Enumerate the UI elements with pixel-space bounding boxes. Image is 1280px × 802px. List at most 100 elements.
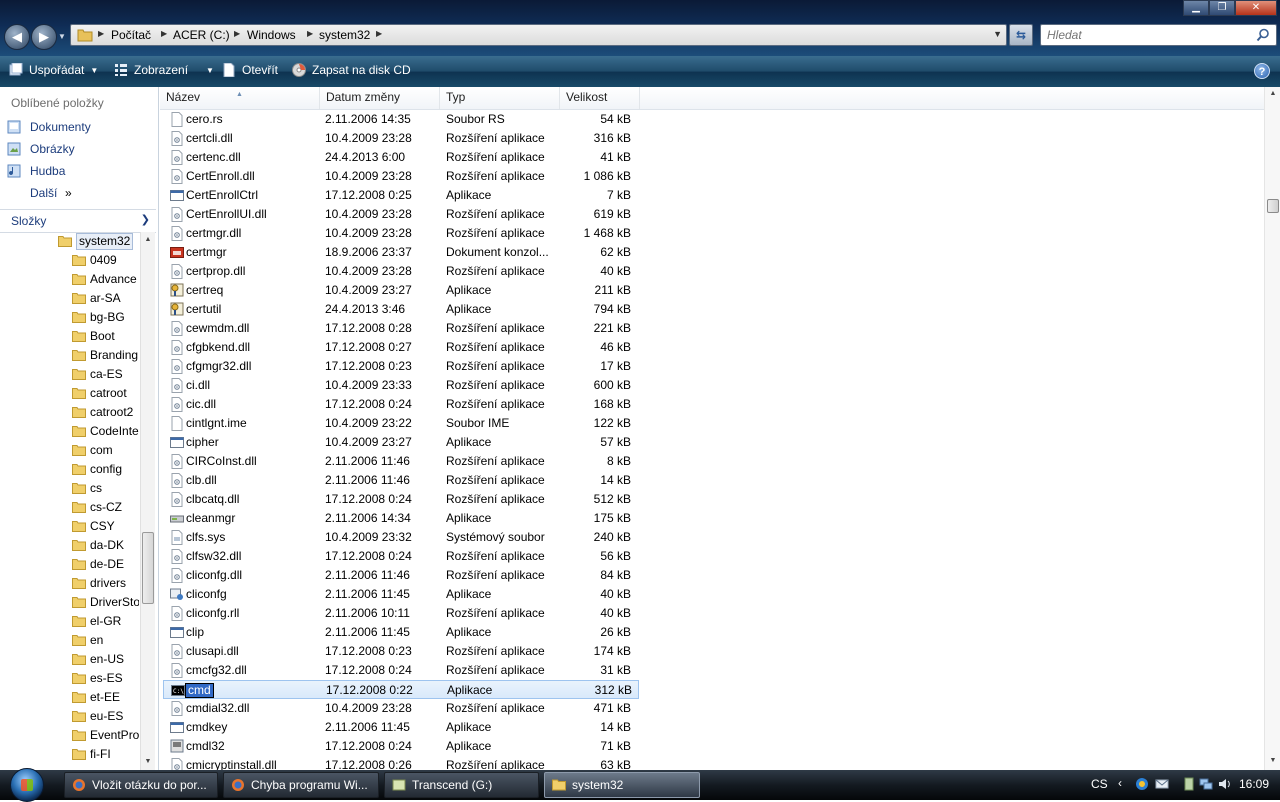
organize-button[interactable]: Uspořádat ▼ <box>9 56 98 87</box>
column-type[interactable]: Typ <box>440 87 560 109</box>
breadcrumb-separator-icon[interactable]: ▶ <box>98 29 104 38</box>
tree-item-label: 0409 <box>90 253 117 267</box>
table-row[interactable]: cleanmgr 2.11.2006 14:34 Aplikace 175 kB <box>163 509 639 528</box>
table-row[interactable]: clbcatq.dll 17.12.2008 0:24 Rozšíření apli… <box>163 490 639 509</box>
browser-tray-icon[interactable] <box>1135 777 1149 791</box>
breadcrumb-separator-icon[interactable]: ▶ <box>161 29 167 38</box>
table-row[interactable]: CertEnrollCtrl 17.12.2008 0:25 Aplikace 7 k… <box>163 186 639 205</box>
scroll-down-icon[interactable]: ▼ <box>1266 757 1280 764</box>
table-row[interactable]: CIRCoInst.dll 2.11.2006 11:46 Rozšíření ap… <box>163 452 639 471</box>
tray-expand-icon[interactable]: ‹ <box>1118 776 1122 790</box>
breadcrumb-separator-icon[interactable]: ▶ <box>307 29 313 38</box>
table-row[interactable]: certenc.dll 24.4.2013 6:00 Rozšíření aplik… <box>163 148 639 167</box>
refresh-button[interactable]: ⇆ <box>1009 24 1033 46</box>
scroll-up-icon[interactable]: ▲ <box>141 236 155 243</box>
search-box[interactable] <box>1040 24 1277 46</box>
table-row[interactable]: certprop.dll 10.4.2009 23:28 Rozšíření apl… <box>163 262 639 281</box>
table-row[interactable]: cic.dll 17.12.2008 0:24 Rozšíření aplikace… <box>163 395 639 414</box>
views-button[interactable]: Zobrazení ▼ <box>114 56 214 87</box>
more-label: Další <box>30 186 58 200</box>
table-row[interactable]: certmgr.dll 10.4.2009 23:28 Rozšíření apli… <box>163 224 639 243</box>
tree-item-label: fi-FI <box>90 747 111 761</box>
folder-tree-scrollbar[interactable]: ▲ ▼ <box>140 232 155 770</box>
table-row[interactable]: cewmdm.dll 17.12.2008 0:28 Rozšíření aplik… <box>163 319 639 338</box>
clock[interactable]: 16:09 <box>1239 777 1269 791</box>
table-row[interactable]: cero.rs 2.11.2006 14:35 Soubor RS 54 kB <box>163 110 639 129</box>
maximize-button[interactable]: ❐ <box>1209 0 1235 16</box>
start-button[interactable] <box>10 768 44 802</box>
table-row[interactable]: clip 2.11.2006 11:45 Aplikace 26 kB <box>163 623 639 642</box>
file-size: 71 kB <box>600 739 631 753</box>
scroll-down-icon[interactable]: ▼ <box>141 758 155 765</box>
search-input[interactable] <box>1043 27 1251 43</box>
table-row[interactable]: cmdkey 2.11.2006 11:45 Aplikace 14 kB <box>163 718 639 737</box>
table-row[interactable]: clfs.sys 10.4.2009 23:32 Systémový soubor 2… <box>163 528 639 547</box>
breadcrumb-windows[interactable]: Windows <box>247 28 296 42</box>
forward-button[interactable]: ▶ <box>31 24 57 50</box>
table-row[interactable]: clusapi.dll 17.12.2008 0:23 Rozšíření apli… <box>163 642 639 661</box>
minimize-button[interactable]: ▁ <box>1183 0 1209 16</box>
table-row[interactable]: clb.dll 2.11.2006 11:46 Rozšíření aplikace… <box>163 471 639 490</box>
language-indicator[interactable]: CS <box>1091 777 1108 791</box>
breadcrumb-drive-c[interactable]: ACER (C:) <box>173 28 230 42</box>
table-row[interactable]: cliconfg.rll 2.11.2006 10:11 Rozšíření apl… <box>163 604 639 623</box>
table-row[interactable]: certreq 10.4.2009 23:27 Aplikace 211 kB <box>163 281 639 300</box>
breadcrumb-computer[interactable]: Počítač <box>111 28 151 42</box>
table-row[interactable]: certcli.dll 10.4.2009 23:28 Rozšíření apli… <box>163 129 639 148</box>
file-size: 174 kB <box>593 644 631 658</box>
table-row[interactable]: cmicryptinstall.dll 17.12.2008 0:26 Rozšíř… <box>163 756 639 770</box>
device-tray-icon[interactable] <box>1182 777 1196 791</box>
table-row[interactable]: cmdl32 17.12.2008 0:24 Aplikace 71 kB <box>163 737 639 756</box>
table-row[interactable]: cfgmgr32.dll 17.12.2008 0:23 Rozšíření apl… <box>163 357 639 376</box>
breadcrumb-separator-icon[interactable]: ▶ <box>376 29 382 38</box>
file-list-scrollbar[interactable]: ▲ ▼ <box>1264 87 1280 770</box>
table-row[interactable]: certmgr 18.9.2006 23:37 Dokument konzol...… <box>163 243 639 262</box>
file-name: clbcatq.dll <box>186 492 240 506</box>
table-row[interactable]: cliconfg 2.11.2006 11:45 Aplikace 40 kB <box>163 585 639 604</box>
favorite-label: Obrázky <box>30 142 75 156</box>
table-row[interactable]: cmcfg32.dll 17.12.2008 0:24 Rozšíření apli… <box>163 661 639 680</box>
taskbar-button[interactable]: Vložit otázku do por... <box>64 772 218 798</box>
close-button[interactable]: ✕ <box>1235 0 1277 16</box>
recent-pages-dropdown[interactable]: ▼ <box>58 32 66 41</box>
taskbar-button[interactable]: system32 <box>544 772 700 798</box>
table-row[interactable]: clfsw32.dll 17.12.2008 0:24 Rozšíření apli… <box>163 547 639 566</box>
help-icon[interactable]: ? <box>1254 63 1270 79</box>
scroll-thumb[interactable] <box>142 532 154 604</box>
search-icon[interactable] <box>1256 28 1270 42</box>
dll-file-icon <box>171 644 183 659</box>
column-date[interactable]: Datum změny <box>320 87 440 109</box>
table-row[interactable]: cmdial32.dll 10.4.2009 23:28 Rozšíření apl… <box>163 699 639 718</box>
table-row[interactable]: cfgbkend.dll 17.12.2008 0:27 Rozšíření apl… <box>163 338 639 357</box>
column-size[interactable]: Velikost <box>560 87 640 109</box>
back-button[interactable]: ◀ <box>4 24 30 50</box>
file-name: cintlgnt.ime <box>186 416 247 430</box>
folder-icon <box>72 597 86 608</box>
scroll-thumb[interactable] <box>1267 199 1279 213</box>
file-date: 10.4.2009 23:28 <box>325 226 412 240</box>
table-row[interactable]: CertEnroll.dll 10.4.2009 23:28 Rozšíření a… <box>163 167 639 186</box>
burn-cd-button[interactable]: Zapsat na disk CD <box>292 56 411 87</box>
breadcrumb-separator-icon[interactable]: ▶ <box>234 29 240 38</box>
scroll-up-icon[interactable]: ▲ <box>1266 90 1280 97</box>
table-row[interactable]: certutil 24.4.2013 3:46 Aplikace 794 kB <box>163 300 639 319</box>
breadcrumb-system32[interactable]: system32 <box>319 28 370 42</box>
mail-tray-icon[interactable] <box>1155 777 1169 791</box>
table-row[interactable]: cliconfg.dll 2.11.2006 11:46 Rozšíření apl… <box>163 566 639 585</box>
favorites-title: Oblíbené položky <box>11 96 104 110</box>
column-name[interactable]: Název ▲ <box>160 87 320 109</box>
table-row[interactable]: cipher 10.4.2009 23:27 Aplikace 57 kB <box>163 433 639 452</box>
table-row[interactable]: ci.dll 10.4.2009 23:33 Rozšíření aplikace 6… <box>163 376 639 395</box>
address-bar[interactable]: ▶ Počítač ▶ ACER (C:) ▶ Windows ▶ system… <box>70 24 1007 46</box>
table-row-selected[interactable]: C:\ cmd 17.12.2008 0:22 Aplikace 312 kB <box>163 680 639 699</box>
table-row[interactable]: CertEnrollUI.dll 10.4.2009 23:28 Rozšíření… <box>163 205 639 224</box>
taskbar-button[interactable]: Chyba programu Wi... <box>223 772 379 798</box>
volume-tray-icon[interactable] <box>1218 777 1232 791</box>
folders-header[interactable]: Složky ❯ <box>0 209 156 233</box>
chevron-down-icon[interactable]: ❯ <box>141 213 150 226</box>
taskbar-button[interactable]: Transcend (G:) <box>384 772 539 798</box>
network-tray-icon[interactable] <box>1199 777 1213 791</box>
open-button[interactable]: Otevřít <box>222 56 278 87</box>
table-row[interactable]: cintlgnt.ime 10.4.2009 23:22 Soubor IME 122… <box>163 414 639 433</box>
address-dropdown-icon[interactable]: ▼ <box>993 29 1002 39</box>
